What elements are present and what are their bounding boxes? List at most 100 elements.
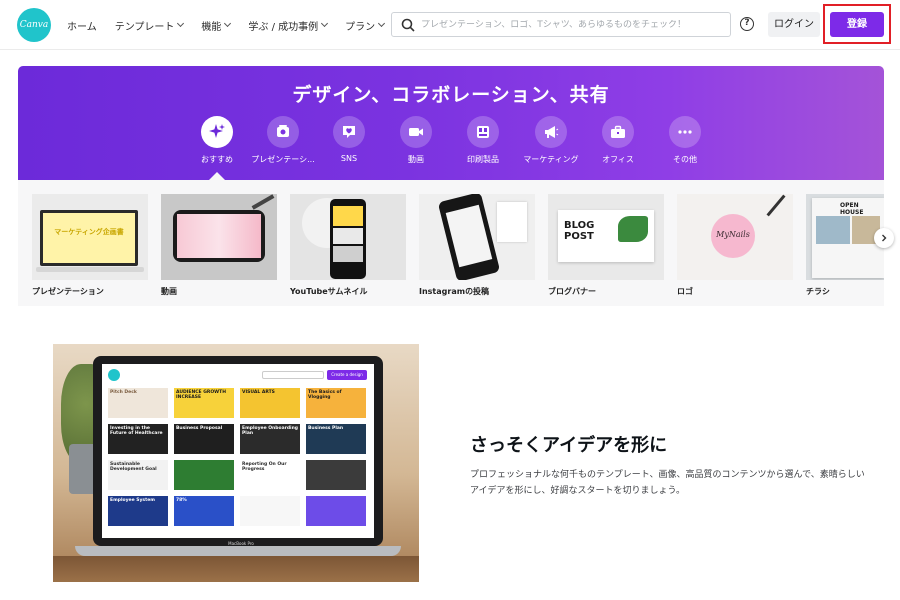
chevron-right-icon [882, 234, 887, 242]
template-flyer[interactable]: OPEN HOUSE チラシ [806, 194, 884, 297]
template-video[interactable]: 動画 [161, 194, 277, 297]
presentation-icon [277, 125, 289, 137]
laptop-brand: MacBook Pro [228, 541, 254, 546]
laptop-template-card: Employee Onboarding Plan [240, 424, 300, 454]
laptop-template-card: Employee System [108, 496, 168, 526]
nav-features[interactable]: 機能 [201, 18, 232, 33]
template-label: ロゴ [677, 287, 693, 296]
thumb-photo [333, 246, 363, 262]
laptop-screen: Create a design Pitch Deck AUDIENCE GROWT… [102, 364, 374, 538]
template-label: YouTubeサムネイル [290, 287, 368, 296]
template-label: チラシ [806, 287, 830, 296]
laptop-card-label: Business Proposal [176, 426, 223, 431]
template-logo[interactable]: MyNails ロゴ [677, 194, 793, 297]
template-thumbnail [419, 194, 535, 280]
laptop-card-label: VISUAL ARTS [242, 390, 275, 395]
nav-templates-label: テンプレート [114, 21, 175, 33]
hero-banner: デザイン、コラボレーション、共有 おすすめ プレゼンテーシ... SNS 動画 … [18, 66, 884, 180]
search-icon [401, 18, 415, 32]
category-icon-wrap [201, 116, 233, 148]
template-blog-banner[interactable]: BLOG POST ブログバナー [548, 194, 664, 297]
nav-home-label: ホーム [67, 21, 97, 33]
megaphone-icon [545, 126, 559, 138]
nav-plans-label: プラン [345, 21, 376, 33]
login-button[interactable]: ログイン [768, 12, 820, 37]
logo-text: MyNails [716, 230, 750, 239]
keyboard-edge [36, 267, 144, 272]
category-label: その他 [673, 155, 697, 164]
laptop-card-label: Pitch Deck [110, 390, 137, 395]
carousel-next-button[interactable] [874, 228, 894, 248]
category-icon-wrap [267, 116, 299, 148]
search-box[interactable] [391, 12, 731, 37]
template-thumbnail: MyNails [677, 194, 793, 280]
video-screen [177, 214, 261, 258]
paper-shape [497, 202, 527, 242]
nav-templates[interactable]: テンプレート [114, 18, 185, 33]
top-header: Canva ホーム テンプレート 機能 学ぶ / 成功事例 プラン ? ログイン… [0, 0, 900, 50]
laptop-card-label: Sustainable Development Goal [110, 462, 157, 472]
sparkle-icon [209, 124, 225, 138]
laptop-create-button: Create a design [327, 370, 367, 380]
laptop-template-card: VISUAL ARTS [240, 388, 300, 418]
thumb-photo [333, 228, 363, 244]
template-thumbnail: OPEN HOUSE [806, 194, 884, 280]
laptop-template-card: Investing in the Future of Healthcare [108, 424, 168, 454]
plant-shape [618, 216, 648, 242]
nav-learn-label: 学ぶ / 成功事例 [248, 21, 319, 33]
nav-home[interactable]: ホーム [67, 18, 97, 33]
slide-text: マーケティング企画書 [54, 228, 124, 236]
template-label: プレゼンテーション [32, 287, 104, 296]
laptop-card-label: 78% [176, 498, 187, 503]
nav-plans[interactable]: プラン [345, 18, 386, 33]
laptop-card-label: Reporting On Our Progress [242, 462, 287, 472]
nav-learn[interactable]: 学ぶ / 成功事例 [248, 18, 329, 33]
pen-shape [766, 194, 786, 217]
laptop-template-card: AUDIENCE GROWTH INCREASE [174, 388, 234, 418]
laptop-template-card: Sustainable Development Goal [108, 460, 168, 490]
signup-button[interactable]: 登録 [830, 12, 884, 37]
laptop-card-label: The Basics of Vlogging [308, 390, 342, 400]
category-icon-wrap [333, 116, 365, 148]
canva-logo[interactable]: Canva [17, 8, 51, 42]
active-category-caret [209, 172, 225, 180]
category-bar: おすすめ プレゼンテーシ... SNS 動画 印刷製品 マーケティング オフィス… [18, 116, 884, 180]
nav-features-label: 機能 [201, 21, 222, 33]
laptop-card-label: Employee System [110, 498, 155, 503]
chevron-down-icon [321, 19, 329, 28]
pen-shape [251, 194, 275, 210]
main-nav: ホーム テンプレート 機能 学ぶ / 成功事例 プラン [67, 0, 402, 50]
laptop-card-label: Business Plan [308, 426, 344, 431]
search-input[interactable] [421, 19, 721, 30]
category-icon-wrap [669, 116, 701, 148]
template-instagram-post[interactable]: Instagramの投稿 [419, 194, 535, 297]
flyer-photo [816, 216, 850, 244]
template-presentation[interactable]: マーケティング企画書 プレゼンテーション [32, 194, 148, 297]
template-label: 動画 [161, 287, 177, 296]
help-icon[interactable]: ? [740, 17, 754, 31]
hero-title: デザイン、コラボレーション、共有 [292, 84, 610, 106]
video-icon [409, 128, 423, 136]
laptop-template-card: Pitch Deck [108, 388, 168, 418]
thumb-banner [333, 206, 363, 226]
category-icon-wrap [467, 116, 499, 148]
template-thumbnail [290, 194, 406, 280]
table-surface [53, 556, 419, 582]
template-label: Instagramの投稿 [419, 287, 490, 296]
laptop-search-box [262, 371, 324, 379]
briefcase-icon [611, 125, 625, 138]
blog-post-text: BLOG POST [564, 220, 595, 242]
category-more[interactable]: その他 [645, 116, 725, 165]
template-thumbnail: BLOG POST [548, 194, 664, 280]
template-youtube-thumbnail[interactable]: YouTubeサムネイル [290, 194, 406, 297]
laptop-card-label: Employee Onboarding Plan [242, 426, 299, 436]
laptop-template-card [240, 496, 300, 526]
feature-title: さっそくアイデアを形に [470, 435, 668, 456]
laptop-template-card: 78% [174, 496, 234, 526]
template-carousel: マーケティング企画書 プレゼンテーション 動画 YouTubeサムネイル Ins… [18, 180, 884, 306]
category-icon-wrap [535, 116, 567, 148]
canva-logo-small [108, 369, 120, 381]
more-icon [678, 130, 692, 134]
feature-laptop-image: Create a design Pitch Deck AUDIENCE GROWT… [53, 344, 419, 582]
feature-description: プロフェッショナルな何千ものテンプレート、画像、高品質のコンテンツから選んで、素… [470, 470, 865, 496]
